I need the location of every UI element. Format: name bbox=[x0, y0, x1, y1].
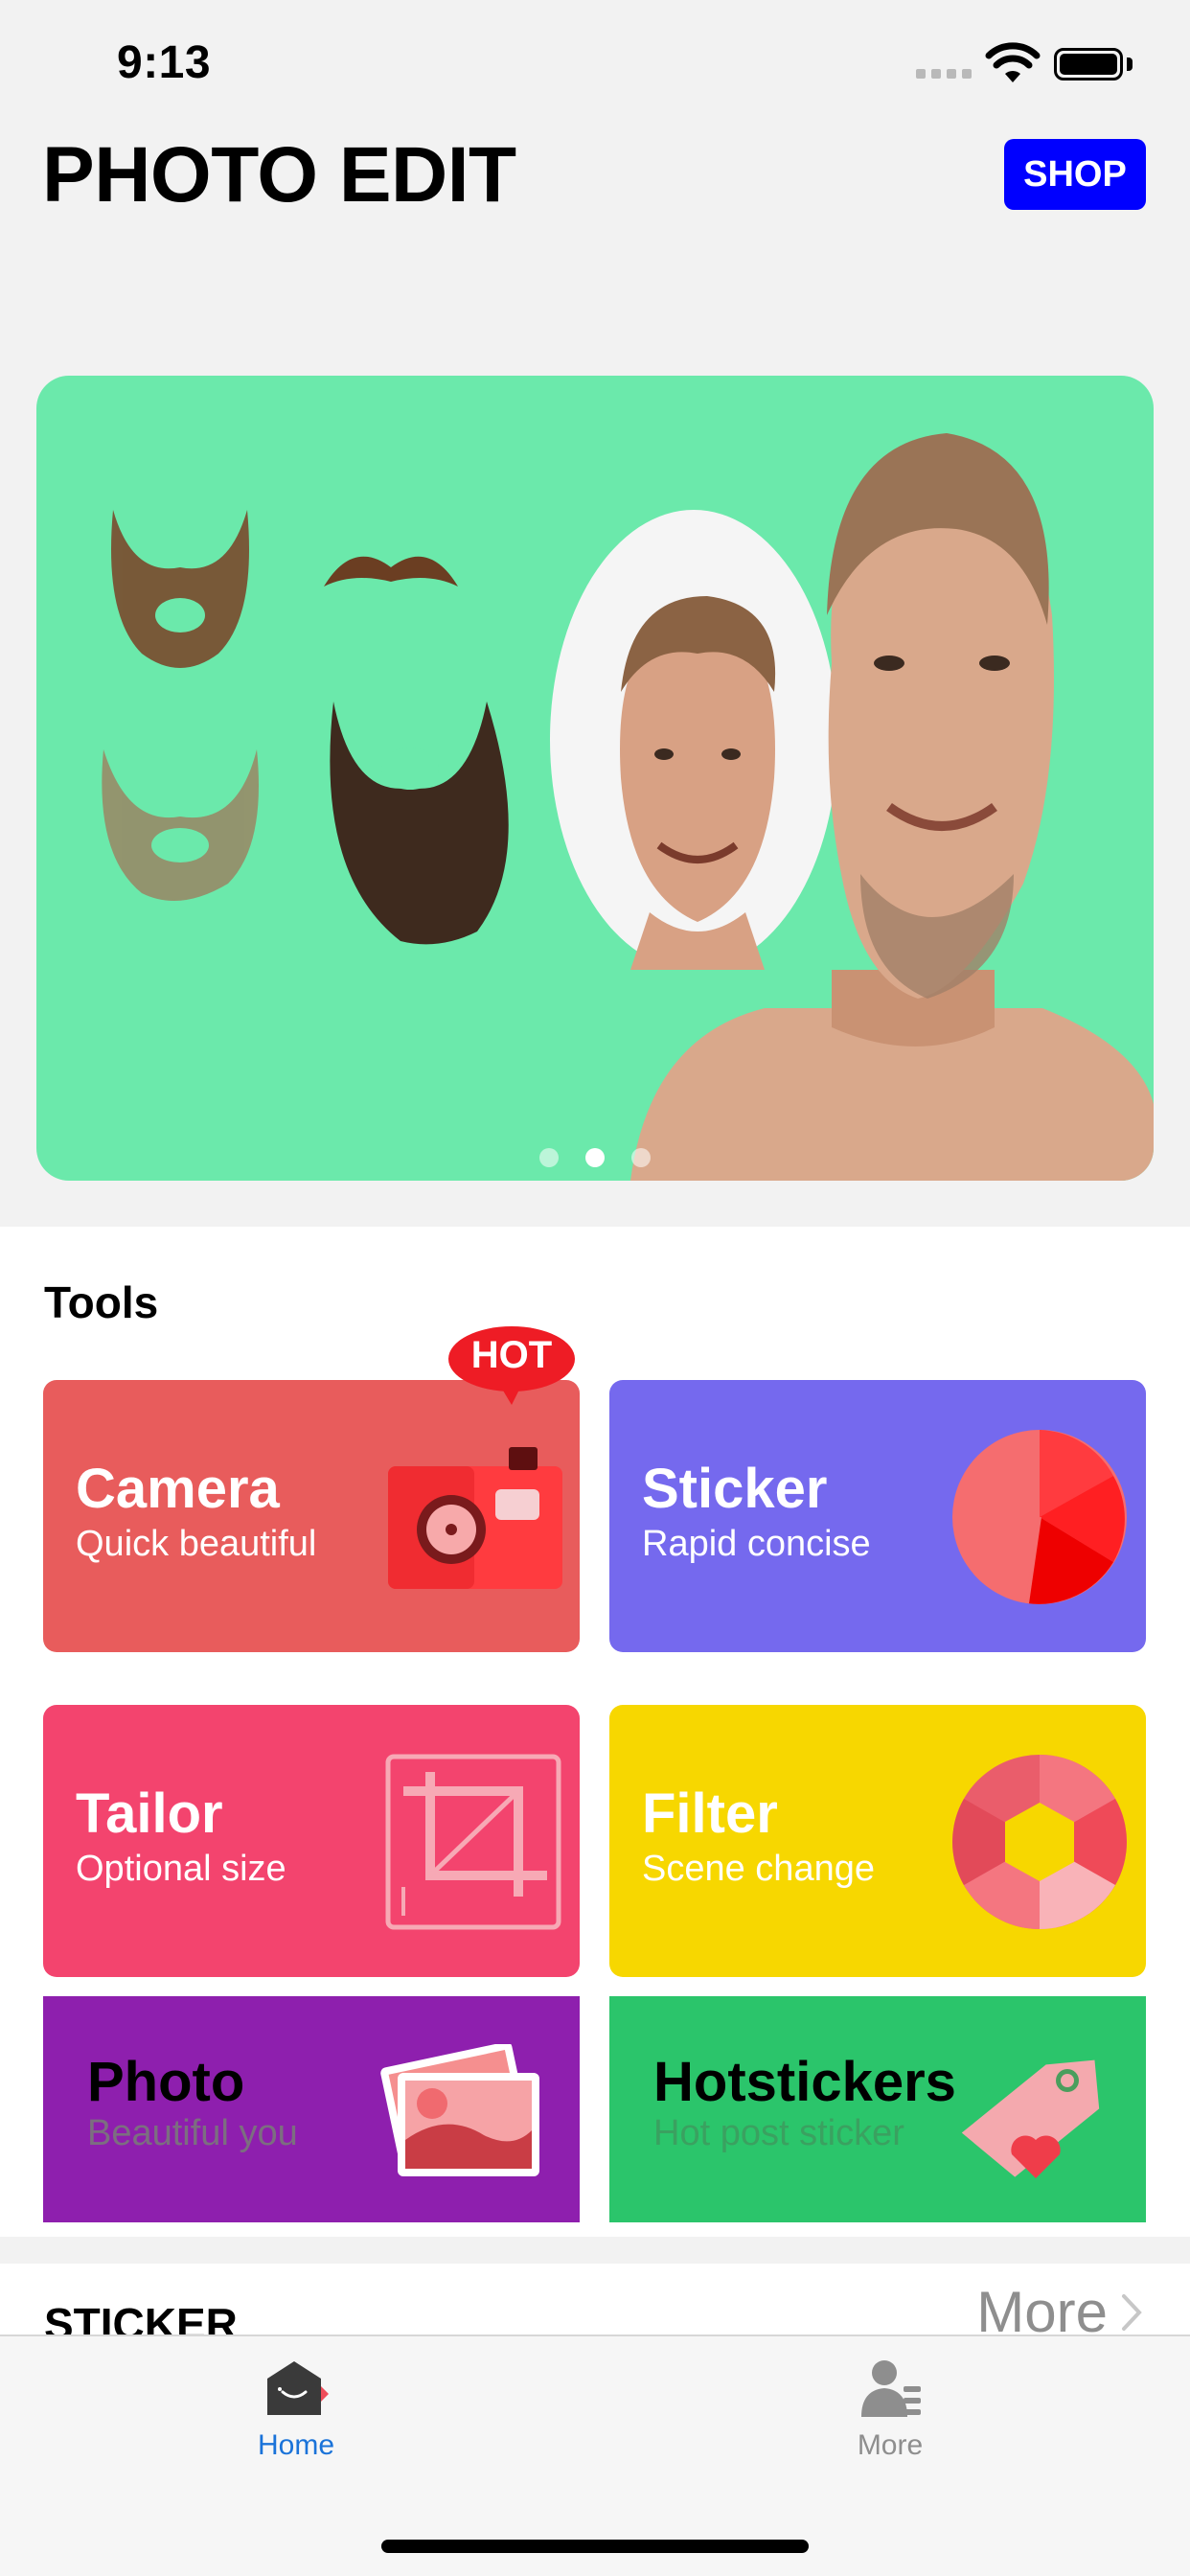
tool-filter[interactable]: Filter Scene change bbox=[609, 1705, 1146, 1977]
tools-section: Tools Camera Quick beautiful Sticker Rap… bbox=[0, 1227, 1190, 2237]
section-title: Tools bbox=[44, 1277, 159, 1327]
tool-subtitle: Scene change bbox=[642, 1849, 875, 1889]
aperture-icon bbox=[952, 1755, 1127, 1929]
tool-name: Hotstickers bbox=[653, 2051, 956, 2113]
hot-badge-label: HOT bbox=[470, 1334, 553, 1376]
tool-tailor[interactable]: Tailor Optional size bbox=[43, 1705, 580, 1977]
tab-label: More bbox=[857, 2429, 924, 2461]
tool-name: Camera bbox=[76, 1458, 280, 1520]
mustache-sticker bbox=[324, 556, 458, 586]
tool-subtitle: Rapid concise bbox=[642, 1524, 871, 1564]
tool-subtitle: Optional size bbox=[76, 1849, 286, 1889]
beard-sticker bbox=[102, 749, 259, 901]
carousel-page-indicator[interactable] bbox=[36, 1148, 1154, 1167]
beard-sticker bbox=[111, 510, 249, 668]
home-indicator bbox=[381, 2540, 809, 2553]
profile-list-icon bbox=[861, 2360, 921, 2417]
price-tag-icon bbox=[961, 2059, 1100, 2178]
tool-sticker[interactable]: Sticker Rapid concise bbox=[609, 1380, 1146, 1652]
tool-name: Filter bbox=[642, 1782, 778, 1845]
camera-icon bbox=[388, 1447, 562, 1589]
status-bar: 9:13 bbox=[0, 0, 1190, 126]
tool-subtitle: Hot post sticker bbox=[653, 2113, 904, 2153]
tool-name: Sticker bbox=[642, 1458, 828, 1520]
page-title: PHOTO EDIT bbox=[42, 131, 516, 218]
shop-button[interactable]: SHOP bbox=[1004, 139, 1146, 210]
tab-more[interactable]: More bbox=[794, 2358, 986, 2462]
pie-chart-icon bbox=[952, 1430, 1127, 1604]
battery-icon bbox=[1054, 48, 1123, 80]
banner-image bbox=[102, 433, 1154, 1181]
banner-carousel[interactable] bbox=[36, 376, 1154, 1181]
tool-name: Tailor bbox=[76, 1782, 223, 1845]
status-time: 9:13 bbox=[117, 37, 212, 88]
tab-label: Home bbox=[257, 2429, 335, 2461]
hot-badge: HOT bbox=[446, 1324, 577, 1407]
cellular-signal-icon bbox=[916, 69, 972, 79]
chevron-right-icon bbox=[1122, 2293, 1142, 2331]
tool-photo[interactable]: Photo Beautiful you bbox=[43, 1996, 580, 2222]
crop-icon bbox=[385, 1754, 561, 1930]
tool-name: Photo bbox=[87, 2051, 245, 2113]
home-icon bbox=[267, 2361, 329, 2415]
page-dot-active[interactable] bbox=[585, 1148, 605, 1167]
page-dot[interactable] bbox=[631, 1148, 651, 1167]
tool-subtitle: Beautiful you bbox=[87, 2113, 298, 2153]
beard-sticker bbox=[330, 702, 509, 945]
tool-camera[interactable]: Camera Quick beautiful bbox=[43, 1380, 580, 1652]
wifi-icon bbox=[985, 42, 1041, 82]
tab-home[interactable]: Home bbox=[200, 2358, 392, 2462]
tool-hotstickers[interactable]: Hotstickers Hot post sticker bbox=[609, 1996, 1146, 2222]
page-dot[interactable] bbox=[539, 1148, 559, 1167]
photos-icon bbox=[380, 2044, 539, 2176]
tool-subtitle: Quick beautiful bbox=[76, 1524, 317, 1564]
